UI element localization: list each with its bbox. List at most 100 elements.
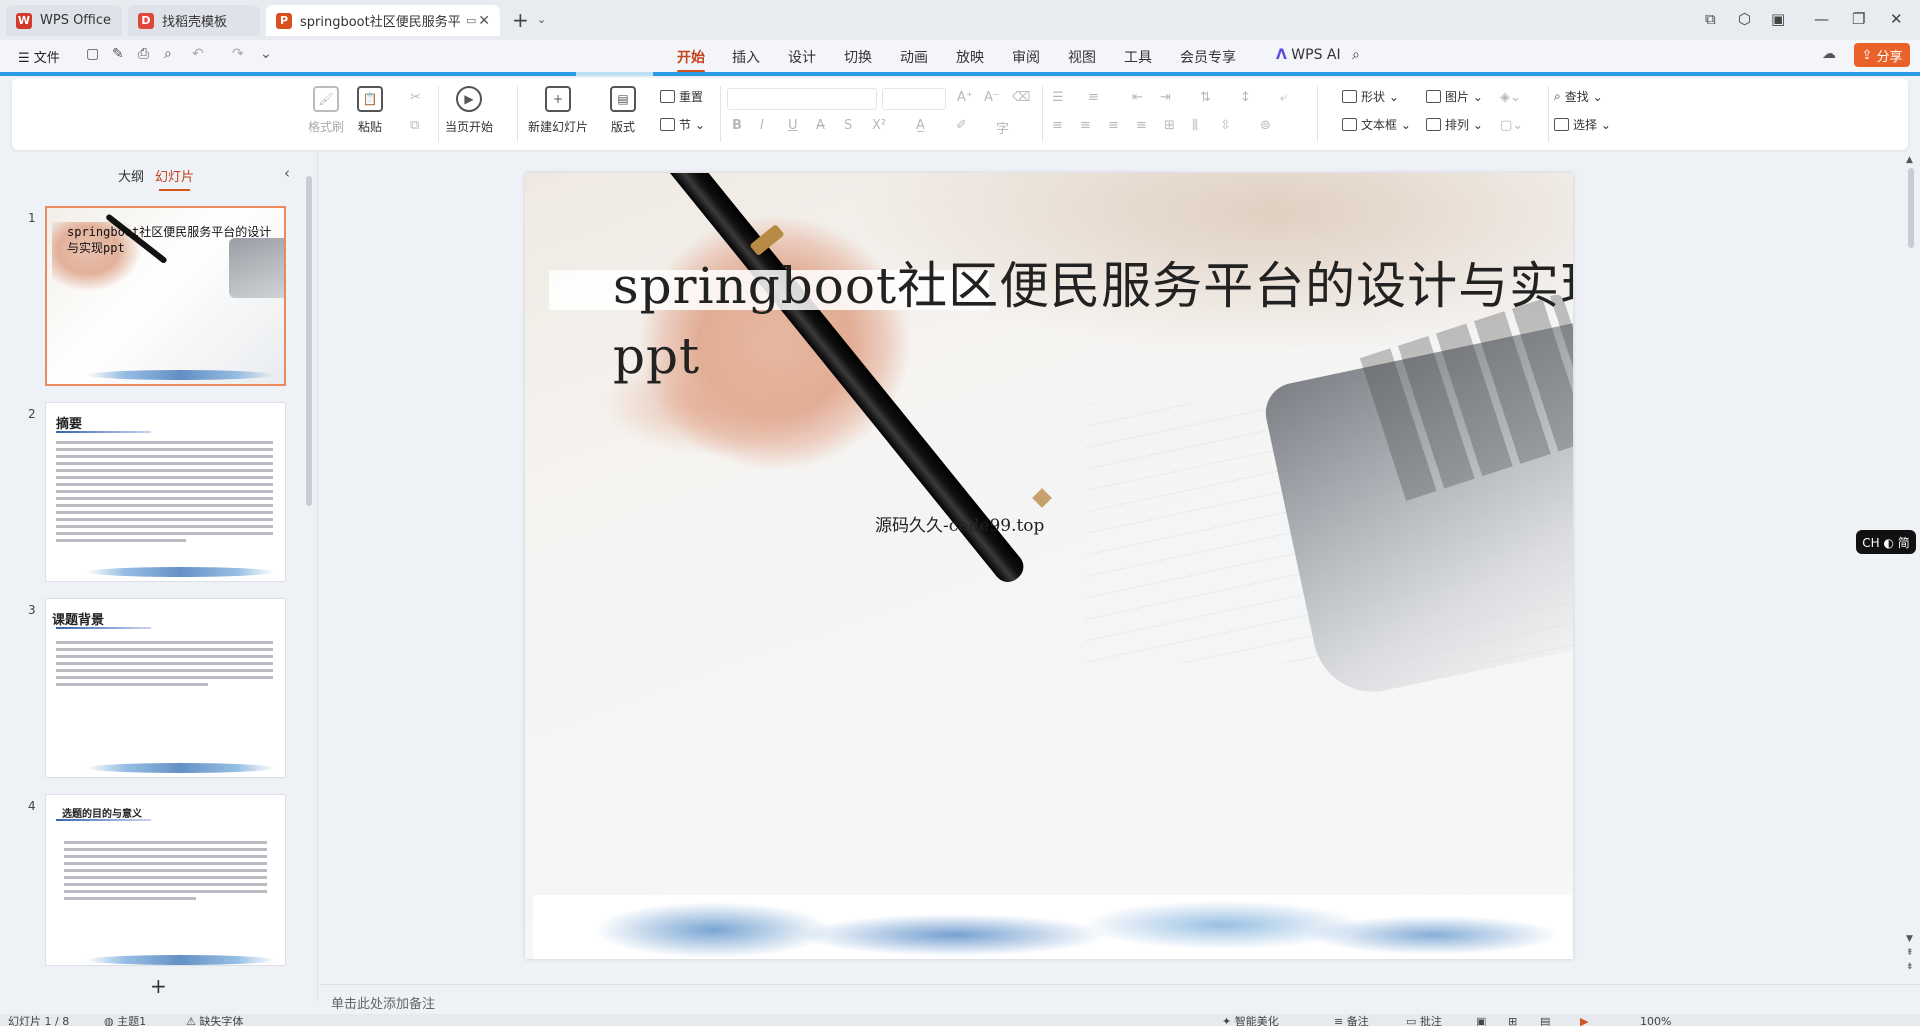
slide-thumbnail-3[interactable]: 课题背景: [45, 598, 286, 778]
slide-canvas[interactable]: springboot社区便民服务平台的设计与实现ppt 源码久久-code99.…: [525, 173, 1573, 959]
underline-icon[interactable]: U: [788, 118, 798, 133]
shadow-icon[interactable]: S: [844, 118, 852, 133]
slide-subtitle[interactable]: 源码久久-code99.top: [875, 511, 1044, 536]
section-button[interactable]: 节 ⌄: [660, 116, 705, 133]
next-slide-icon[interactable]: ⇟: [1906, 962, 1914, 972]
play-from-current-button[interactable]: ▶ 当页开始: [445, 86, 493, 135]
picture-button[interactable]: 图片 ⌄: [1426, 88, 1483, 105]
tab-home[interactable]: 开始: [677, 47, 705, 73]
align-right-icon[interactable]: ≡: [1108, 118, 1119, 133]
theme-button[interactable]: ◍ 主题1: [104, 1016, 146, 1026]
scroll-down-icon[interactable]: ▼: [1906, 934, 1913, 944]
print-preview-icon[interactable]: ⌕: [164, 46, 172, 62]
strikethrough-icon[interactable]: A̶: [816, 118, 825, 133]
tab-slideshow[interactable]: 放映: [956, 47, 984, 67]
comments-button[interactable]: ▭ 批注: [1406, 1016, 1442, 1026]
tab-outline[interactable]: 大纲: [118, 166, 144, 185]
notes-pane[interactable]: 单击此处添加备注: [319, 984, 1920, 1014]
add-slide-icon[interactable]: +: [150, 974, 167, 998]
fill-icon[interactable]: ◈⌄: [1500, 90, 1521, 105]
vertical-align-icon[interactable]: ⇳: [1220, 118, 1231, 133]
align-center-icon[interactable]: ≡: [1080, 118, 1091, 133]
share-button[interactable]: ⇪ 分享: [1854, 43, 1910, 67]
copy-icon[interactable]: ⧉: [410, 118, 419, 133]
tab-review[interactable]: 审阅: [1012, 47, 1040, 67]
file-menu[interactable]: ☰ 文件: [18, 47, 60, 66]
layout-button[interactable]: ▤ 版式: [610, 86, 636, 135]
text-wrap-icon[interactable]: ⤶: [1280, 90, 1287, 105]
column-icon[interactable]: ⫼: [1192, 118, 1198, 133]
minimize-icon[interactable]: —: [1814, 10, 1829, 28]
reading-view-icon[interactable]: ▤: [1540, 1016, 1550, 1026]
paste-button[interactable]: 📋 粘贴: [357, 86, 383, 135]
tab-member[interactable]: 会员专享: [1180, 47, 1236, 67]
collapse-panel-icon[interactable]: ‹: [284, 164, 290, 182]
bold-icon[interactable]: B: [732, 118, 742, 133]
tab-animation[interactable]: 动画: [900, 47, 928, 67]
font-color-icon[interactable]: A̲: [916, 118, 925, 133]
slide-title[interactable]: springboot社区便民服务平台的设计与实现ppt: [613, 251, 1573, 391]
tab-tools[interactable]: 工具: [1124, 47, 1152, 67]
char-spacing-icon[interactable]: 字: [996, 118, 1009, 137]
font-family-select[interactable]: [727, 88, 877, 110]
save-icon[interactable]: ▢: [86, 46, 99, 62]
quick-access-more-icon[interactable]: ⌄: [260, 46, 272, 62]
decrease-indent-icon[interactable]: ⇤: [1132, 90, 1143, 105]
slide-sorter-icon[interactable]: ⊞: [1508, 1016, 1517, 1026]
close-tab-icon[interactable]: ✕: [478, 13, 490, 29]
increase-font-icon[interactable]: A⁺: [957, 90, 973, 105]
chevron-down-icon[interactable]: ⌄: [537, 13, 546, 26]
cloud-upload-icon[interactable]: ☁: [1822, 46, 1836, 62]
select-button[interactable]: 选择 ⌄: [1554, 116, 1611, 133]
print-icon[interactable]: ⎙: [138, 46, 149, 62]
slide-thumbnail-1[interactable]: springboot社区便民服务平台的设计与实现ppt: [45, 206, 286, 386]
tab-current-ppt[interactable]: P springboot社区便民服务平... ▭ ✕: [266, 5, 500, 36]
shape-button[interactable]: 形状 ⌄: [1342, 88, 1399, 105]
play-slideshow-icon[interactable]: ▶: [1580, 1016, 1588, 1026]
tab-slides[interactable]: 幻灯片: [155, 166, 194, 191]
smart-art-icon[interactable]: ⊚: [1260, 118, 1271, 133]
tab-design[interactable]: 设计: [788, 47, 816, 67]
tab-manage-icon[interactable]: ⧉: [1705, 10, 1716, 28]
decrease-font-icon[interactable]: A⁻: [984, 90, 1000, 105]
redo-icon[interactable]: ↷: [232, 46, 244, 62]
bullet-list-icon[interactable]: ☰: [1052, 90, 1064, 105]
zoom-level[interactable]: 100%: [1640, 1016, 1671, 1026]
italic-icon[interactable]: I: [760, 118, 764, 133]
clear-format-icon[interactable]: ⌫: [1012, 90, 1030, 105]
tab-view[interactable]: 视图: [1068, 47, 1096, 67]
add-tab-icon[interactable]: +: [512, 10, 529, 30]
line-spacing-icon[interactable]: ↕: [1240, 90, 1251, 105]
scroll-up-icon[interactable]: ▲: [1906, 155, 1913, 165]
arrange-button[interactable]: 排列 ⌄: [1426, 116, 1483, 133]
increase-indent-icon[interactable]: ⇥: [1160, 90, 1171, 105]
restore-icon[interactable]: ❐: [1852, 10, 1865, 28]
canvas-scrollbar[interactable]: [1908, 168, 1914, 248]
wps-ai-button[interactable]: Λ WPS AI: [1276, 47, 1341, 63]
notes-toggle-button[interactable]: ≡ 备注: [1334, 1016, 1369, 1026]
new-slide-button[interactable]: + 新建幻灯片: [528, 86, 588, 135]
avatar[interactable]: ▣: [1771, 10, 1785, 28]
ime-indicator[interactable]: CH ◐ 简: [1856, 530, 1916, 554]
edit-icon[interactable]: ✎: [112, 46, 124, 62]
font-size-select[interactable]: [882, 88, 946, 110]
numbered-list-icon[interactable]: ≡: [1088, 90, 1099, 105]
outline-icon[interactable]: ▢⌄: [1500, 118, 1523, 133]
undo-icon[interactable]: ↶: [192, 46, 204, 62]
window-icon[interactable]: ▭: [466, 14, 476, 27]
normal-view-icon[interactable]: ▣: [1476, 1016, 1486, 1026]
slide-thumbnail-2[interactable]: 摘要: [45, 402, 286, 582]
tab-transition[interactable]: 切换: [844, 47, 872, 67]
reset-button[interactable]: 重置: [660, 88, 703, 105]
panel-scrollbar[interactable]: [306, 176, 312, 506]
cut-icon[interactable]: ✂: [410, 90, 421, 105]
format-painter-button[interactable]: 🖌 格式刷: [308, 86, 344, 135]
search-icon[interactable]: ⌕: [1352, 47, 1360, 63]
cube-icon[interactable]: ⬡: [1738, 10, 1751, 28]
slide-thumbnail-4[interactable]: 选题的目的与意义: [45, 794, 286, 966]
align-left-icon[interactable]: ≡: [1052, 118, 1063, 133]
textbox-button[interactable]: 文本框 ⌄: [1342, 116, 1411, 133]
highlight-icon[interactable]: ✐: [956, 118, 967, 133]
smart-beautify-button[interactable]: ✦ 智能美化: [1222, 1016, 1279, 1026]
text-direction-icon[interactable]: ⇅: [1200, 90, 1211, 105]
